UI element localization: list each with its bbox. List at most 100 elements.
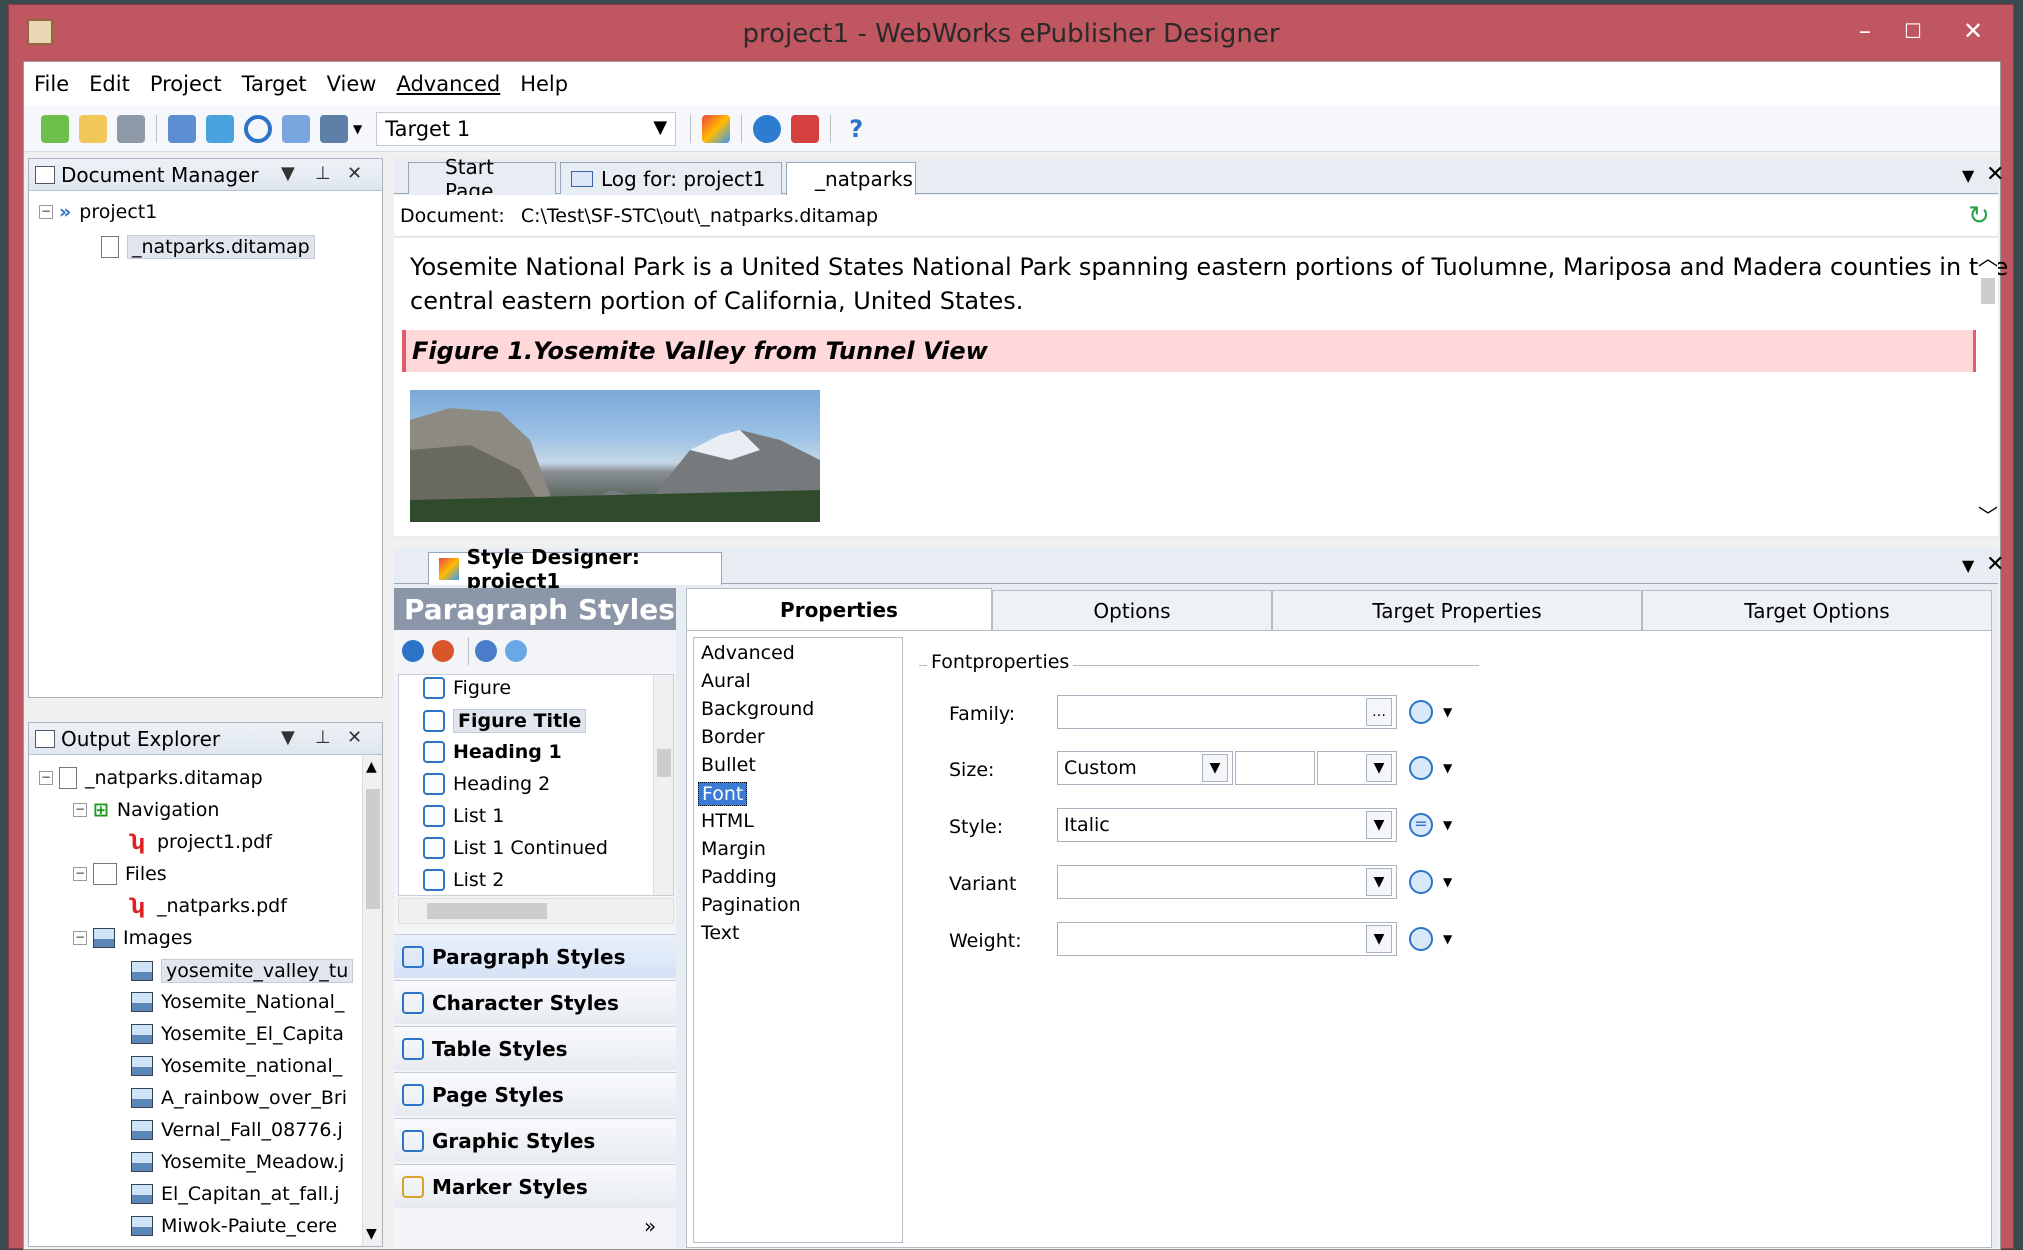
close-icon[interactable]: ✕ [1986, 552, 2004, 577]
category-paragraph-styles[interactable]: Paragraph Styles [394, 934, 676, 978]
close-icon[interactable]: ✕ [347, 163, 362, 184]
tab-properties[interactable]: Properties [686, 588, 992, 630]
close-button[interactable]: ✕ [1949, 13, 1997, 49]
tree-item-image[interactable]: Miwok-Paiute_cere [131, 1215, 337, 1237]
maximize-button[interactable]: ☐ [1889, 13, 1937, 49]
tree-item-files[interactable]: − Files [73, 863, 167, 885]
tab-log[interactable]: Log for: project1 [560, 162, 782, 194]
scroll-down-icon[interactable]: ▼ [366, 1226, 377, 1242]
generate-all-icon[interactable] [282, 114, 310, 143]
style-item-heading-1[interactable]: Heading 1 [423, 741, 562, 763]
tab-target-options[interactable]: Target Options [1642, 590, 1992, 630]
minimize-button[interactable]: – [1841, 13, 1889, 49]
style-item-list-2[interactable]: List 2 [423, 869, 504, 891]
menu-target[interactable]: Target [242, 72, 307, 96]
tree-item-images[interactable]: − Images [73, 927, 192, 949]
variant-select[interactable]: ▼ [1057, 865, 1397, 899]
chevron-down-icon[interactable]: ▼ [1443, 875, 1452, 889]
view-icon[interactable] [206, 114, 234, 143]
tree-item-navigation[interactable]: − ⊞ Navigation [73, 799, 219, 821]
tree-item-project1[interactable]: − » project1 [39, 201, 157, 223]
browse-button[interactable]: … [1366, 698, 1392, 726]
tree-item-project1-pdf[interactable]: ʮ project1.pdf [131, 831, 272, 853]
size-unit-select[interactable]: ▼ [1317, 751, 1397, 785]
scroll-thumb[interactable] [427, 903, 547, 919]
collapse-icon[interactable]: − [73, 867, 87, 881]
menu-file[interactable]: File [34, 72, 69, 96]
scroll-up-icon[interactable]: ︿ [1978, 242, 1998, 271]
property-category-bullet[interactable]: Bullet [698, 754, 759, 776]
property-category-html[interactable]: HTML [698, 810, 757, 832]
chevron-down-icon[interactable]: ▼ [1366, 868, 1392, 896]
scroll-down-icon[interactable]: ﹀ [1978, 500, 1998, 529]
style-item-heading-2[interactable]: Heading 2 [423, 773, 550, 795]
chevron-down-icon[interactable]: ▼ [1366, 925, 1392, 953]
tools-icon[interactable] [791, 114, 820, 143]
menu-advanced[interactable]: Advanced [396, 72, 500, 96]
tree-item-image[interactable]: Yosemite_El_Capita [131, 1023, 344, 1045]
refresh-icon[interactable]: ↻ [1968, 201, 1990, 231]
collapse-icon[interactable]: − [39, 205, 53, 219]
target-select[interactable]: Target 1 ▼ [376, 111, 677, 146]
chevron-down-icon[interactable]: ▼ [1962, 556, 1974, 575]
property-category-pagination[interactable]: Pagination [698, 894, 804, 916]
styles-hscrollbar[interactable] [398, 898, 674, 924]
tree-item-image[interactable]: Yosemite_Meadow.j [131, 1151, 344, 1173]
chevron-down-icon[interactable]: ▼ [1962, 166, 1974, 185]
equals-icon[interactable]: = [1409, 813, 1433, 837]
category-marker-styles[interactable]: Marker Styles [394, 1164, 676, 1208]
tree-item-image[interactable]: El_Capitan_at_fall.j [131, 1183, 339, 1205]
edit-dropdown-icon[interactable]: ▼ [353, 122, 362, 136]
more-categories-button[interactable]: » [644, 1214, 656, 1238]
generate-icon[interactable] [244, 114, 272, 143]
tree-item-natparks-ditamap[interactable]: _natparks.ditamap [101, 235, 315, 259]
collapse-icon[interactable]: − [73, 803, 87, 817]
document-scrollbar[interactable]: ︿ ﹀ [1978, 238, 1998, 536]
menu-project[interactable]: Project [150, 72, 222, 96]
search-icon[interactable] [753, 114, 782, 143]
tab-natparks[interactable]: _natparks [786, 162, 916, 195]
pin-icon[interactable]: ⊥ [315, 163, 331, 184]
menu-help[interactable]: Help [520, 72, 568, 96]
chevron-down-icon[interactable]: ▼ [1443, 818, 1452, 832]
property-category-advanced[interactable]: Advanced [698, 642, 798, 664]
scroll-thumb[interactable] [657, 749, 671, 777]
output-explorer-scrollbar[interactable]: ▲ ▼ [362, 755, 382, 1246]
chevron-down-icon[interactable]: ▼ [1366, 754, 1392, 782]
style-designer-icon[interactable] [702, 114, 731, 143]
chevron-down-icon[interactable]: ▼ [1443, 761, 1452, 775]
chevron-down-icon[interactable]: ▼ [1443, 932, 1452, 946]
property-category-background[interactable]: Background [698, 698, 817, 720]
collapse-icon[interactable]: − [39, 771, 53, 785]
chevron-down-icon[interactable]: ▼ [1366, 811, 1392, 839]
scroll-thumb[interactable] [366, 789, 380, 909]
tree-item-image[interactable]: Vernal_Fall_08776.j [131, 1119, 343, 1141]
tab-target-properties[interactable]: Target Properties [1272, 590, 1642, 630]
chevron-down-icon[interactable]: ▼ [281, 727, 295, 748]
tree-item-natparks-ditamap[interactable]: − _natparks.ditamap [39, 767, 263, 789]
property-category-padding[interactable]: Padding [698, 866, 780, 888]
pin-icon[interactable]: ⊥ [315, 727, 331, 748]
style-item-figure-title[interactable]: Figure Title [423, 709, 587, 733]
collapse-icon[interactable]: − [73, 931, 87, 945]
scroll-up-icon[interactable]: ▲ [366, 759, 377, 775]
tree-item-image[interactable]: Yosemite_National_ [131, 991, 344, 1013]
property-category-font[interactable]: Font [698, 782, 748, 806]
open-folder-icon[interactable] [79, 114, 107, 143]
reset-icon[interactable] [432, 640, 454, 662]
style-item-list-1[interactable]: List 1 [423, 805, 504, 827]
menu-view[interactable]: View [327, 72, 377, 96]
style-item-list-1-continued[interactable]: List 1 Continued [423, 837, 608, 859]
new-style-icon[interactable] [475, 640, 497, 662]
help-icon[interactable]: ? [842, 115, 870, 143]
cascade-icon[interactable] [1409, 700, 1433, 724]
property-category-aural[interactable]: Aural [698, 670, 754, 692]
style-select[interactable]: Italic ▼ [1057, 808, 1397, 842]
tab-options[interactable]: Options [992, 590, 1272, 630]
menu-edit[interactable]: Edit [89, 72, 130, 96]
tab-start-page[interactable]: Start Page [408, 155, 556, 203]
tree-item-image[interactable]: Yosemite_national_ [131, 1055, 342, 1077]
property-category-border[interactable]: Border [698, 726, 768, 748]
chevron-down-icon[interactable]: ▼ [1202, 754, 1228, 782]
category-graphic-styles[interactable]: Graphic Styles [394, 1118, 676, 1162]
